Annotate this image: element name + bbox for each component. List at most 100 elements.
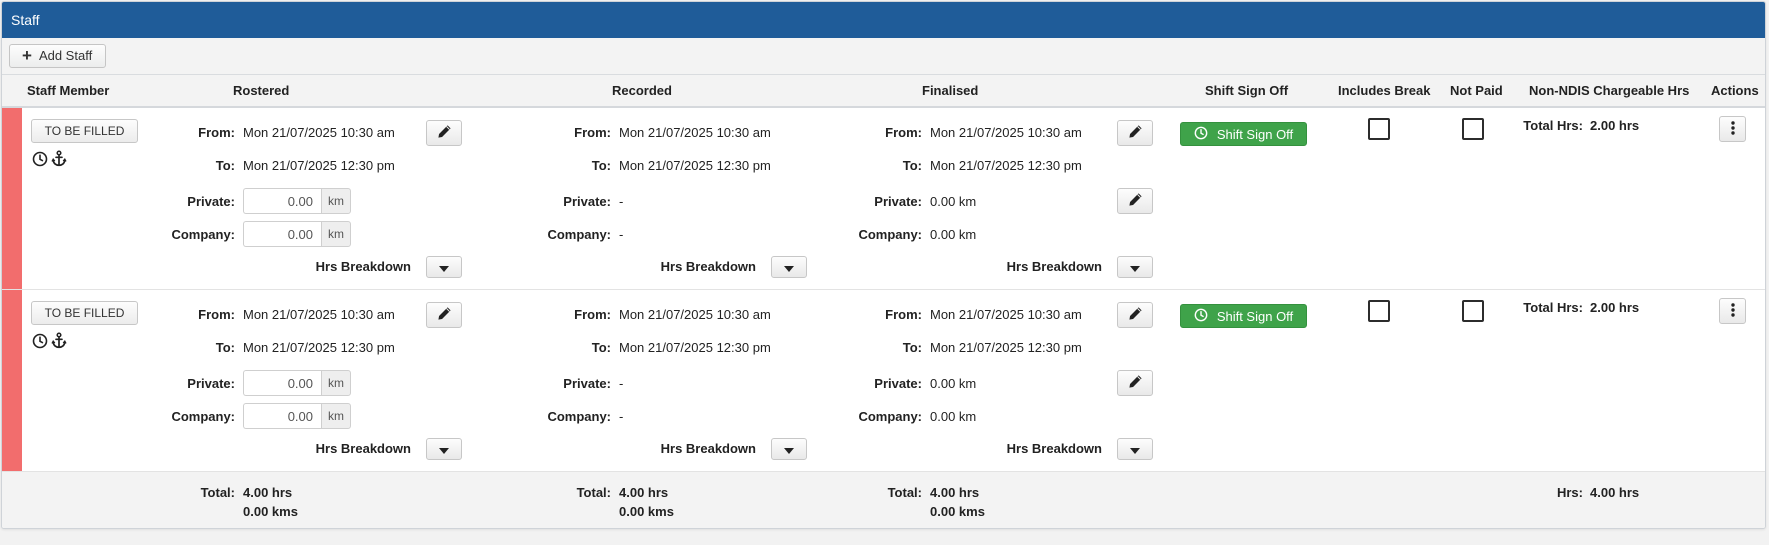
recorded-total-hrs: 4.00 hrs bbox=[619, 485, 669, 500]
pencil-icon bbox=[1128, 306, 1143, 324]
recorded-private-label: Private: bbox=[563, 194, 611, 209]
recorded-to-value: Mon 21/07/2025 12:30 pm bbox=[619, 158, 771, 173]
finalised-hrs-breakdown-button[interactable] bbox=[1117, 256, 1153, 278]
staff-member-button[interactable]: TO BE FILLED bbox=[31, 119, 138, 143]
finalised-private-value: 0.00 km bbox=[930, 376, 977, 391]
add-staff-button[interactable]: + Add Staff bbox=[9, 44, 107, 68]
shift-sign-off-button[interactable]: Shift Sign Off bbox=[1180, 304, 1307, 328]
finalised-hrs-breakdown-button[interactable] bbox=[1117, 438, 1153, 460]
caret-down-icon bbox=[1130, 260, 1140, 275]
staff-row: TO BE FILLED From: Mon 21/07/2025 10:30 … bbox=[2, 290, 1765, 472]
anchor-icon bbox=[51, 150, 67, 167]
private-km-input[interactable] bbox=[243, 370, 321, 396]
rostered-from-label: From: bbox=[198, 307, 235, 322]
company-km-input[interactable] bbox=[243, 403, 321, 429]
shift-sign-off-label: Shift Sign Off bbox=[1216, 126, 1294, 142]
rostered-private-label: Private: bbox=[187, 376, 235, 391]
clock-icon bbox=[32, 151, 48, 167]
col-actions: Actions bbox=[1711, 83, 1759, 98]
finalised-company-label: Company: bbox=[858, 227, 922, 242]
rostered-to-label: To: bbox=[215, 340, 235, 355]
rostered-hrs-breakdown-label: Hrs Breakdown bbox=[315, 441, 411, 456]
rostered-from-value: Mon 21/07/2025 10:30 am bbox=[243, 307, 395, 322]
panel-title: Staff bbox=[2, 2, 1765, 38]
finalised-from-label: From: bbox=[885, 307, 922, 322]
table-header: Staff Member Rostered Recorded Finalised… bbox=[2, 75, 1765, 108]
recorded-hrs-breakdown-button[interactable] bbox=[771, 256, 807, 278]
includes-break-checkbox[interactable] bbox=[1368, 118, 1390, 140]
not-paid-checkbox[interactable] bbox=[1462, 300, 1484, 322]
plus-icon: + bbox=[22, 46, 32, 65]
staff-row: TO BE FILLED From: Mon 21/07/2025 10:30 … bbox=[2, 108, 1765, 290]
recorded-hrs-breakdown-label: Hrs Breakdown bbox=[660, 441, 756, 456]
private-km-input[interactable] bbox=[243, 188, 321, 214]
finalised-to-label: To: bbox=[902, 340, 922, 355]
finalised-from-label: From: bbox=[885, 125, 922, 140]
finalised-company-value: 0.00 km bbox=[930, 409, 977, 424]
finalised-private-label: Private: bbox=[874, 194, 922, 209]
recorded-from-label: From: bbox=[574, 125, 611, 140]
rostered-hrs-breakdown-label: Hrs Breakdown bbox=[315, 259, 411, 274]
company-km-input[interactable] bbox=[243, 221, 321, 247]
recorded-company-label: Company: bbox=[547, 227, 611, 242]
finalised-hrs-breakdown-label: Hrs Breakdown bbox=[1006, 259, 1102, 274]
total-hrs-label: Total Hrs: bbox=[1523, 300, 1583, 315]
finalised-company-value: 0.00 km bbox=[930, 227, 977, 242]
recorded-to-label: To: bbox=[591, 340, 611, 355]
recorded-to-value: Mon 21/07/2025 12:30 pm bbox=[619, 340, 771, 355]
rostered-total-label: Total: bbox=[200, 485, 235, 500]
recorded-private-value: - bbox=[619, 376, 624, 391]
staff-member-button[interactable]: TO BE FILLED bbox=[31, 301, 138, 325]
finalised-edit-km-button[interactable] bbox=[1117, 370, 1153, 396]
finalised-edit-times-button[interactable] bbox=[1117, 302, 1153, 328]
finalised-to-label: To: bbox=[902, 158, 922, 173]
finalised-to-value: Mon 21/07/2025 12:30 pm bbox=[930, 158, 1082, 173]
finalised-company-label: Company: bbox=[858, 409, 922, 424]
row-actions-button[interactable] bbox=[1719, 298, 1746, 324]
rostered-edit-button[interactable] bbox=[426, 302, 462, 328]
finalised-from-value: Mon 21/07/2025 10:30 am bbox=[930, 125, 1082, 140]
recorded-private-value: - bbox=[619, 194, 624, 209]
rostered-hrs-breakdown-button[interactable] bbox=[426, 438, 462, 460]
anchor-icon bbox=[51, 332, 67, 349]
rostered-private-km-field[interactable]: km bbox=[243, 188, 351, 214]
status-icons bbox=[32, 332, 67, 349]
rostered-private-km-field[interactable]: km bbox=[243, 370, 351, 396]
pencil-icon bbox=[1128, 192, 1143, 210]
shift-sign-off-label: Shift Sign Off bbox=[1216, 308, 1294, 324]
not-paid-checkbox[interactable] bbox=[1462, 118, 1484, 140]
recorded-hrs-breakdown-label: Hrs Breakdown bbox=[660, 259, 756, 274]
finalised-edit-times-button[interactable] bbox=[1117, 120, 1153, 146]
finalised-total-hrs: 4.00 hrs bbox=[930, 485, 980, 500]
rostered-company-label: Company: bbox=[171, 409, 235, 424]
clock-icon bbox=[1194, 308, 1208, 325]
rostered-company-km-field[interactable]: km bbox=[243, 403, 351, 429]
rostered-edit-button[interactable] bbox=[426, 120, 462, 146]
recorded-private-label: Private: bbox=[563, 376, 611, 391]
pencil-icon bbox=[437, 306, 452, 324]
recorded-to-label: To: bbox=[591, 158, 611, 173]
finalised-to-value: Mon 21/07/2025 12:30 pm bbox=[930, 340, 1082, 355]
includes-break-checkbox[interactable] bbox=[1368, 300, 1390, 322]
total-hrs-label: Total Hrs: bbox=[1523, 118, 1583, 133]
finalised-edit-km-button[interactable] bbox=[1117, 188, 1153, 214]
rostered-to-value: Mon 21/07/2025 12:30 pm bbox=[243, 158, 395, 173]
status-icons bbox=[32, 150, 67, 167]
row-actions-button[interactable] bbox=[1719, 116, 1746, 142]
recorded-company-value: - bbox=[619, 227, 624, 242]
km-unit: km bbox=[321, 370, 351, 396]
recorded-company-label: Company: bbox=[547, 409, 611, 424]
recorded-hrs-breakdown-button[interactable] bbox=[771, 438, 807, 460]
finalised-hrs-breakdown-label: Hrs Breakdown bbox=[1006, 441, 1102, 456]
rostered-hrs-breakdown-button[interactable] bbox=[426, 256, 462, 278]
recorded-total-kms: 0.00 kms bbox=[619, 504, 674, 519]
table-footer: Total: 4.00 hrs 0.00 kms Total: 4.00 hrs… bbox=[2, 472, 1765, 528]
non-ndis-total-hrs: 4.00 hrs bbox=[1590, 485, 1640, 500]
rostered-company-km-field[interactable]: km bbox=[243, 221, 351, 247]
recorded-from-value: Mon 21/07/2025 10:30 am bbox=[619, 125, 771, 140]
shift-sign-off-button[interactable]: Shift Sign Off bbox=[1180, 122, 1307, 146]
col-non-ndis-hrs: Non-NDIS Chargeable Hrs bbox=[1529, 83, 1690, 98]
finalised-private-value: 0.00 km bbox=[930, 194, 977, 209]
add-staff-label: Add Staff bbox=[38, 48, 93, 63]
caret-down-icon bbox=[439, 260, 449, 275]
